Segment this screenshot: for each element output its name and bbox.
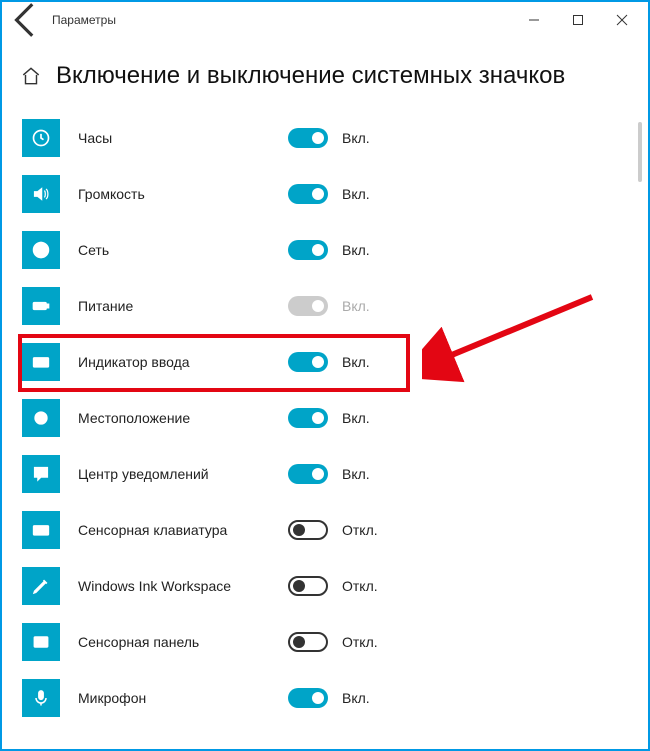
- toggle-ink[interactable]: [288, 576, 328, 596]
- toggle-state-label: Вкл.: [342, 186, 370, 202]
- setting-row-network: Сеть Вкл.: [22, 222, 648, 278]
- toggle-wrap: Вкл.: [288, 296, 370, 316]
- minimize-button[interactable]: [512, 2, 556, 38]
- setting-label: Windows Ink Workspace: [78, 578, 288, 594]
- toggle-input[interactable]: [288, 352, 328, 372]
- toggle-touchpad[interactable]: [288, 632, 328, 652]
- toggle-wrap: Вкл.: [288, 688, 370, 708]
- clock-icon: [22, 119, 60, 157]
- toggle-wrap: Откл.: [288, 632, 378, 652]
- setting-label: Громкость: [78, 186, 288, 202]
- toggle-state-label: Вкл.: [342, 466, 370, 482]
- toggle-touchkeyboard[interactable]: [288, 520, 328, 540]
- setting-label: Сеть: [78, 242, 288, 258]
- toggle-location[interactable]: [288, 408, 328, 428]
- toggle-wrap: Откл.: [288, 576, 378, 596]
- toggle-microphone[interactable]: [288, 688, 328, 708]
- page-title: Включение и выключение системных значков: [56, 62, 565, 90]
- setting-label: Питание: [78, 298, 288, 314]
- toggle-state-label: Откл.: [342, 634, 378, 650]
- mic-icon: [22, 679, 60, 717]
- toggle-wrap: Откл.: [288, 520, 378, 540]
- toggle-power: [288, 296, 328, 316]
- setting-row-ink: Windows Ink Workspace Откл.: [22, 558, 648, 614]
- toggle-state-label: Откл.: [342, 578, 378, 594]
- toggle-wrap: Вкл.: [288, 408, 370, 428]
- back-button[interactable]: [6, 2, 48, 38]
- setting-row-clock: Часы Вкл.: [22, 110, 648, 166]
- setting-row-power: Питание Вкл.: [22, 278, 648, 334]
- setting-row-input: Индикатор ввода Вкл.: [22, 334, 648, 390]
- setting-row-location: Местоположение Вкл.: [22, 390, 648, 446]
- setting-row-touchpad: Сенсорная панель Откл.: [22, 614, 648, 670]
- volume-icon: [22, 175, 60, 213]
- setting-label: Индикатор ввода: [78, 354, 288, 370]
- toggle-wrap: Вкл.: [288, 128, 370, 148]
- toggle-state-label: Откл.: [342, 522, 378, 538]
- setting-label: Часы: [78, 130, 288, 146]
- setting-label: Местоположение: [78, 410, 288, 426]
- touchpad-icon: [22, 623, 60, 661]
- keyboard-icon: [22, 343, 60, 381]
- globe-icon: [22, 231, 60, 269]
- setting-row-actioncenter: Центр уведомлений Вкл.: [22, 446, 648, 502]
- setting-label: Микрофон: [78, 690, 288, 706]
- toggle-state-label: Вкл.: [342, 354, 370, 370]
- toggle-network[interactable]: [288, 240, 328, 260]
- toggle-state-label: Вкл.: [342, 410, 370, 426]
- setting-label: Центр уведомлений: [78, 466, 288, 482]
- toggle-state-label: Вкл.: [342, 298, 370, 314]
- window-title: Параметры: [52, 13, 116, 27]
- close-button[interactable]: [600, 2, 644, 38]
- settings-list: Часы Вкл. Громкость Вкл. Сеть Вкл. Питание Вкл.…: [2, 100, 648, 726]
- keyboard-icon: [22, 511, 60, 549]
- page-heading: Включение и выключение системных значков: [2, 38, 648, 100]
- toggle-wrap: Вкл.: [288, 464, 370, 484]
- action-icon: [22, 455, 60, 493]
- toggle-state-label: Вкл.: [342, 690, 370, 706]
- toggle-actioncenter[interactable]: [288, 464, 328, 484]
- setting-label: Сенсорная панель: [78, 634, 288, 650]
- maximize-button[interactable]: [556, 2, 600, 38]
- toggle-state-label: Вкл.: [342, 130, 370, 146]
- battery-icon: [22, 287, 60, 325]
- toggle-state-label: Вкл.: [342, 242, 370, 258]
- setting-label: Сенсорная клавиатура: [78, 522, 288, 538]
- scrollbar[interactable]: [638, 122, 642, 182]
- toggle-clock[interactable]: [288, 128, 328, 148]
- pen-icon: [22, 567, 60, 605]
- toggle-wrap: Вкл.: [288, 352, 370, 372]
- titlebar: Параметры: [2, 2, 648, 38]
- setting-row-volume: Громкость Вкл.: [22, 166, 648, 222]
- toggle-wrap: Вкл.: [288, 184, 370, 204]
- toggle-volume[interactable]: [288, 184, 328, 204]
- setting-row-microphone: Микрофон Вкл.: [22, 670, 648, 726]
- target-icon: [22, 399, 60, 437]
- setting-row-touchkeyboard: Сенсорная клавиатура Откл.: [22, 502, 648, 558]
- toggle-wrap: Вкл.: [288, 240, 370, 260]
- home-icon[interactable]: [20, 65, 42, 87]
